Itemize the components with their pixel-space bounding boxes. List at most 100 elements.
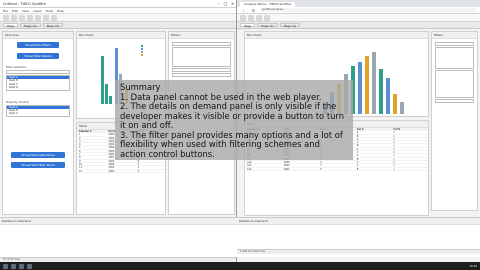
- filter-search-input[interactable]: [435, 42, 474, 46]
- filter-list[interactable]: [435, 47, 474, 69]
- filter-selection-input[interactable]: [6, 70, 70, 74]
- menu-tools[interactable]: Tools: [46, 9, 53, 13]
- menu-insert[interactable]: Insert: [33, 9, 42, 13]
- table-cell: y: [393, 144, 395, 147]
- table-cell: x: [393, 131, 395, 134]
- selection-listbox[interactable]: Dept A Dept B Dept C Dept D: [6, 75, 70, 91]
- search-icon[interactable]: [11, 263, 16, 269]
- bar[interactable]: [109, 96, 112, 104]
- screen: Untitled - TIBCO Spotfire – □ × File Edi…: [0, 0, 480, 270]
- toolbar-redo-icon[interactable]: [35, 15, 41, 21]
- left-toolbar: [0, 14, 236, 22]
- table-cell: C: [356, 160, 359, 164]
- bar[interactable]: [379, 69, 383, 114]
- tab-page-2[interactable]: Page (2): [20, 23, 41, 28]
- filter-list[interactable]: [172, 47, 231, 67]
- bar[interactable]: [393, 94, 397, 114]
- property-control-label: Property Control: [6, 99, 29, 104]
- list-item[interactable]: Dept C: [7, 112, 69, 115]
- legend-swatch: [141, 53, 143, 56]
- menu-file[interactable]: File: [3, 9, 8, 13]
- table-cell: 2002: [108, 159, 115, 162]
- table-cell: 2006: [283, 160, 290, 164]
- reload-icon[interactable]: ↻: [250, 7, 257, 14]
- back-icon[interactable]: ‹: [240, 7, 247, 14]
- table-cell: 6: [79, 149, 81, 153]
- table-cell: 2001: [283, 167, 290, 170]
- maximize-icon[interactable]: □: [222, 0, 229, 7]
- menu-help[interactable]: Help: [57, 9, 64, 13]
- filter-search-input[interactable]: [172, 42, 231, 46]
- table-cell: 2006: [108, 162, 115, 166]
- table-cell: A: [356, 164, 359, 167]
- column-header[interactable]: Column 1: [77, 130, 106, 132]
- filter-range-slider[interactable]: [172, 73, 231, 77]
- browser-tab-strip: Analysis Name - TIBCO Spotfire: [237, 0, 480, 7]
- table-cell: 5: [79, 146, 81, 149]
- table-cell: B: [356, 157, 359, 160]
- column-header[interactable]: Col 4: [355, 128, 392, 130]
- menu-edit[interactable]: Edit: [12, 9, 18, 13]
- table-cell: a11: [247, 164, 252, 167]
- filter-range-slider[interactable]: [172, 68, 231, 72]
- bar[interactable]: [400, 102, 404, 114]
- toolbar-filter-icon[interactable]: [43, 15, 49, 21]
- bar[interactable]: [372, 52, 376, 114]
- toolbar-redo-icon[interactable]: [256, 15, 262, 21]
- bar[interactable]: [365, 56, 369, 114]
- close-icon[interactable]: ×: [229, 0, 236, 7]
- table-cell: z: [393, 141, 395, 144]
- text-area-panel: Text Area Show/Hide Filters Show/Hide De…: [2, 31, 74, 215]
- bar[interactable]: [358, 62, 362, 114]
- toolbar-file-icon[interactable]: [240, 15, 246, 21]
- table-cell: x: [393, 164, 395, 167]
- tab-page-2[interactable]: Page (2): [257, 23, 278, 28]
- table-row[interactable]: a12 2001 5 By: [245, 168, 428, 171]
- tab-page-3[interactable]: Page (3): [279, 23, 301, 28]
- toolbar-undo-icon[interactable]: [27, 15, 33, 21]
- table-cell: B: [356, 134, 359, 137]
- bar[interactable]: [386, 78, 390, 114]
- left-chart-header: Bar Chart: [77, 32, 165, 39]
- browser-tab[interactable]: Analysis Name - TIBCO Spotfire: [240, 2, 296, 7]
- right-filter-panel: Filters: [431, 31, 478, 211]
- property-listbox[interactable]: Dept A Dept B Dept C: [6, 104, 70, 117]
- text-area-header: Text Area: [3, 32, 73, 39]
- tab-page-3[interactable]: Page (3): [42, 23, 64, 28]
- start-icon[interactable]: [3, 263, 8, 269]
- tab-page-1[interactable]: Page: [240, 23, 256, 28]
- toolbar-open-icon[interactable]: [11, 15, 17, 21]
- list-item[interactable]: Dept D: [7, 86, 69, 89]
- url-input[interactable]: spotfire/analysis: [260, 8, 477, 12]
- right-filter-header: Filters: [432, 32, 477, 39]
- toolbar-filter-icon[interactable]: [264, 15, 270, 21]
- left-details-on-demand: Details-on-Demand: [0, 217, 237, 257]
- summary-overlay: Summary 1. Data panel cannot be used in …: [115, 80, 353, 160]
- table-cell: 5: [137, 169, 140, 172]
- toolbar-new-icon[interactable]: [3, 15, 9, 21]
- table-cell: 1: [79, 133, 81, 136]
- menu-view[interactable]: View: [22, 9, 29, 13]
- minimize-icon[interactable]: –: [215, 0, 222, 7]
- column-header[interactable]: Col 5: [391, 128, 428, 130]
- show-hide-filter-panel-button[interactable]: Show/Hide Filter Panel: [11, 161, 65, 168]
- legend-swatch: [141, 47, 143, 50]
- toolbar-details-icon[interactable]: [51, 15, 57, 21]
- filter-list[interactable]: [435, 70, 474, 98]
- toolbar-undo-icon[interactable]: [248, 15, 254, 21]
- table-cell: x: [393, 154, 395, 157]
- toolbar-save-icon[interactable]: [19, 15, 25, 21]
- bar[interactable]: [101, 56, 104, 104]
- table-cell: B: [356, 167, 359, 170]
- filter-range-slider[interactable]: [435, 99, 474, 103]
- left-page-tabs: Page Page (2) Page (3): [0, 22, 236, 29]
- table-cell: z: [393, 151, 395, 154]
- table-cell: 12: [79, 169, 83, 172]
- spotfire-app-icon[interactable]: [27, 263, 32, 269]
- tab-page-1[interactable]: Page: [3, 23, 19, 28]
- browser-app-icon[interactable]: [19, 263, 24, 269]
- table-cell: A: [356, 137, 359, 141]
- table-cell: 2: [79, 136, 81, 139]
- table-row[interactable]: 12 2001 5: [77, 170, 165, 173]
- bar[interactable]: [105, 84, 108, 104]
